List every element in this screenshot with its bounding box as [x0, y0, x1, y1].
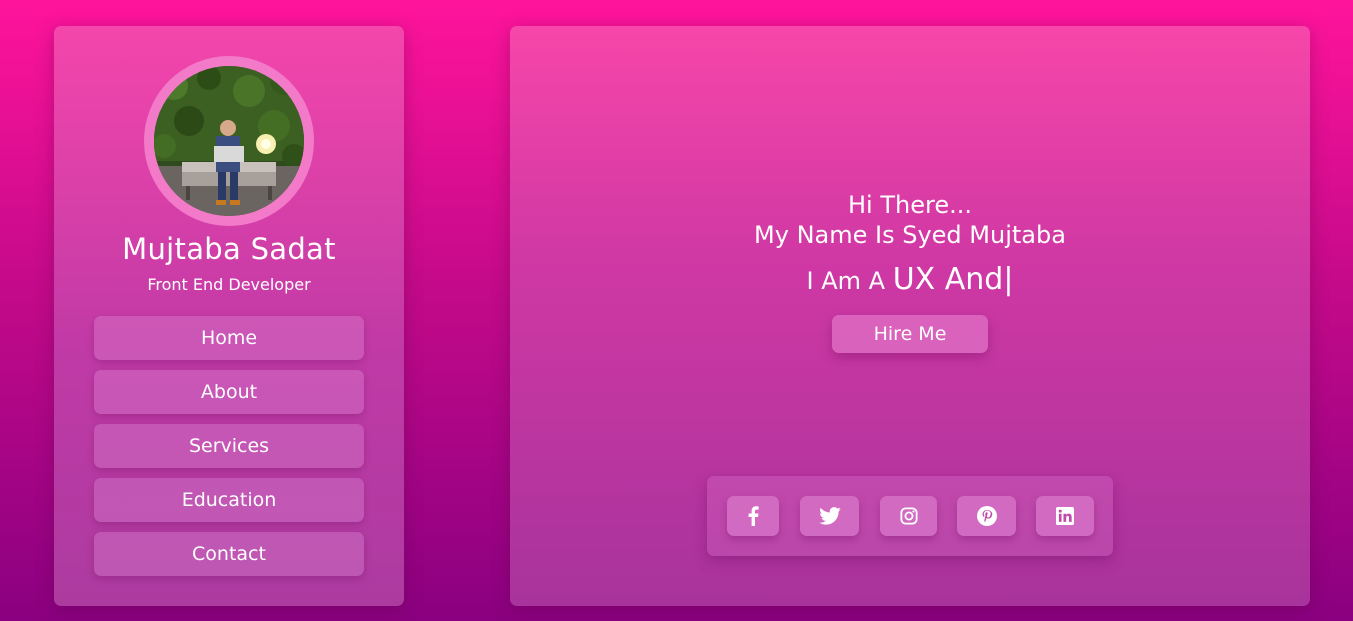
avatar-ring	[144, 56, 314, 226]
nav-item-label: About	[200, 381, 258, 403]
greeting-line-1: Hi There...	[848, 191, 972, 219]
greeting: Hi There... My Name Is Syed Mujtaba	[510, 190, 1310, 250]
nav-item-home[interactable]: Home	[94, 316, 364, 360]
hire-me-button[interactable]: Hire Me	[832, 315, 988, 353]
hero-card: Hi There... My Name Is Syed Mujtaba I Am…	[510, 26, 1310, 606]
nav-item-about[interactable]: About	[94, 370, 364, 414]
pinterest-button[interactable]	[957, 496, 1016, 536]
tagline-typed-text: UX And|	[892, 262, 1014, 297]
greeting-line-2: My Name Is Syed Mujtaba	[754, 221, 1066, 249]
profile-role: Front End Developer	[147, 275, 311, 294]
instagram-button[interactable]	[880, 496, 937, 536]
nav-item-services[interactable]: Services	[94, 424, 364, 468]
profile-name: Mujtaba Sadat	[122, 232, 336, 266]
pinterest-icon	[976, 506, 997, 526]
twitter-icon	[818, 507, 841, 525]
avatar-photo	[154, 66, 304, 216]
tagline: I Am A UX And|	[510, 262, 1310, 298]
facebook-button[interactable]	[727, 496, 779, 536]
social-links	[707, 476, 1113, 556]
nav-item-contact[interactable]: Contact	[94, 532, 364, 576]
nav-item-label: Contact	[192, 543, 266, 565]
hire-me-label: Hire Me	[873, 323, 947, 345]
facebook-icon	[748, 506, 759, 526]
profile-card: Mujtaba Sadat Front End Developer Home A…	[54, 26, 404, 606]
nav-item-label: Education	[181, 489, 277, 511]
nav-item-label: Services	[188, 435, 270, 457]
nav-item-education[interactable]: Education	[94, 478, 364, 522]
sidebar-nav: Home About Services Education Contact	[94, 316, 364, 586]
linkedin-icon	[1056, 507, 1074, 525]
twitter-button[interactable]	[800, 496, 859, 536]
linkedin-button[interactable]	[1036, 496, 1094, 536]
avatar	[154, 66, 304, 216]
tagline-prefix: I Am A	[806, 267, 893, 295]
nav-item-label: Home	[200, 327, 258, 349]
instagram-icon	[899, 507, 918, 525]
